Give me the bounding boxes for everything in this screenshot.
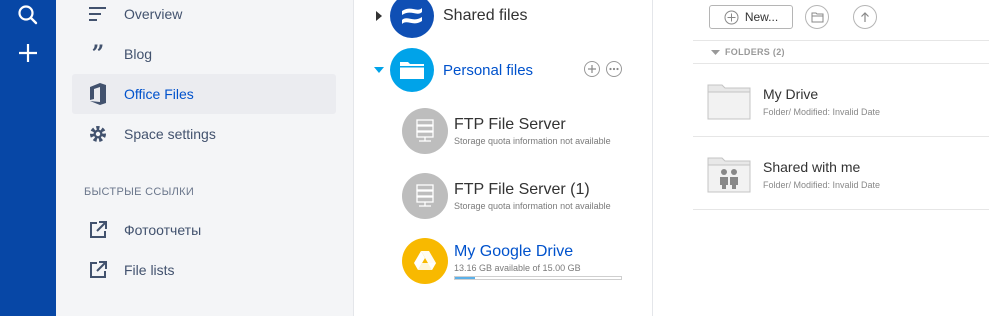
create-button[interactable] [8, 38, 48, 68]
google-drive-icon [402, 238, 448, 284]
tree-node-ftp-server[interactable]: FTP File Server Storage quota informatio… [402, 108, 611, 154]
quick-link-file-lists[interactable]: File lists [72, 250, 336, 290]
new-button-label: New... [744, 10, 779, 24]
tree-node-label: FTP File Server [454, 116, 566, 133]
upload-button[interactable] [853, 5, 877, 29]
add-storage-button[interactable] [584, 61, 600, 77]
tree-node-label: Personal files [443, 61, 534, 79]
storage-status: 13.16 GB available of 15.00 GB [454, 262, 581, 273]
tree-node-shared-files[interactable]: Shared files [374, 0, 528, 38]
folders-group-header[interactable]: FOLDERS (2) [711, 47, 785, 57]
gear-icon [86, 122, 110, 146]
plus-icon [588, 65, 596, 73]
global-nav-rail [0, 0, 56, 316]
shared-folder-icon [707, 157, 751, 193]
plus-circle-icon [724, 10, 739, 24]
file-browser: New... FOLDERS (2) My Drive Folder/ Modi… [693, 0, 989, 316]
folder-name: My Drive [763, 86, 819, 102]
folder-outline-icon [811, 12, 823, 22]
arrow-up-icon [861, 12, 869, 22]
new-button[interactable]: New... [709, 5, 793, 29]
folders-group-title: FOLDERS (2) [725, 47, 785, 57]
folder-icon [707, 84, 751, 120]
more-options-button[interactable] [606, 61, 622, 77]
quick-link-label: File lists [124, 262, 175, 278]
sidebar-item-label: Overview [124, 6, 183, 22]
external-link-icon [86, 258, 110, 282]
search-icon [18, 5, 38, 25]
folder-meta: Folder/ Modified: Invalid Date [763, 180, 881, 190]
new-folder-button[interactable] [805, 5, 829, 29]
plus-icon [19, 44, 37, 62]
external-link-icon [86, 218, 110, 242]
tree-node-label: Shared files [443, 7, 528, 24]
list-item[interactable]: Shared with me Folder/ Modified: Invalid… [693, 137, 989, 210]
sidebar-item-blog[interactable]: ” Blog [72, 34, 336, 74]
tree-node-google-drive[interactable]: My Google Drive 13.16 GB available of 15… [402, 238, 622, 284]
shared-files-icon [390, 0, 434, 38]
sidebar-item-space-settings[interactable]: Space settings [72, 114, 336, 154]
caret-down-icon[interactable] [374, 65, 384, 75]
tree-node-label: My Google Drive [454, 242, 574, 260]
sidebar-item-label: Blog [124, 46, 153, 62]
sidebar-item-label: Office Files [124, 86, 194, 102]
quote-icon: ” [91, 41, 105, 67]
overview-icon [86, 2, 110, 26]
quick-links-title: БЫСТРЫЕ ССЫЛКИ [84, 186, 195, 198]
toolbar-divider [693, 40, 989, 41]
server-icon [402, 108, 448, 154]
server-icon [402, 173, 448, 219]
tree-divider [652, 0, 653, 316]
folder-name: Shared with me [763, 159, 861, 175]
list-item[interactable]: My Drive Folder/ Modified: Invalid Date [693, 64, 989, 137]
storage-tree: Shared files Personal files FTP File Ser… [354, 0, 652, 316]
ellipsis-icon [609, 67, 619, 71]
tree-node-ftp-server-1[interactable]: FTP File Server (1) Storage quota inform… [402, 173, 611, 219]
quota-progress-fill [455, 276, 476, 279]
sidebar-item-overview[interactable]: Overview [72, 0, 336, 34]
quota-progress-bar [454, 275, 622, 280]
tree-node-personal-files[interactable]: Personal files [374, 48, 533, 92]
search-button[interactable] [8, 0, 48, 30]
quick-link-label: Фотоотчеты [124, 222, 202, 238]
office-icon [86, 82, 110, 106]
caret-right-icon[interactable] [374, 11, 384, 21]
sidebar-item-label: Space settings [124, 126, 216, 142]
storage-status: Storage quota information not available [454, 136, 611, 146]
sidebar-item-office-files[interactable]: Office Files [72, 74, 336, 114]
folder-icon [390, 48, 434, 92]
caret-down-icon [711, 49, 720, 55]
storage-status: Storage quota information not available [454, 201, 611, 211]
tree-node-label: FTP File Server (1) [454, 181, 590, 198]
folder-meta: Folder/ Modified: Invalid Date [763, 107, 881, 117]
quick-link-photo-reports[interactable]: Фотоотчеты [72, 210, 336, 250]
